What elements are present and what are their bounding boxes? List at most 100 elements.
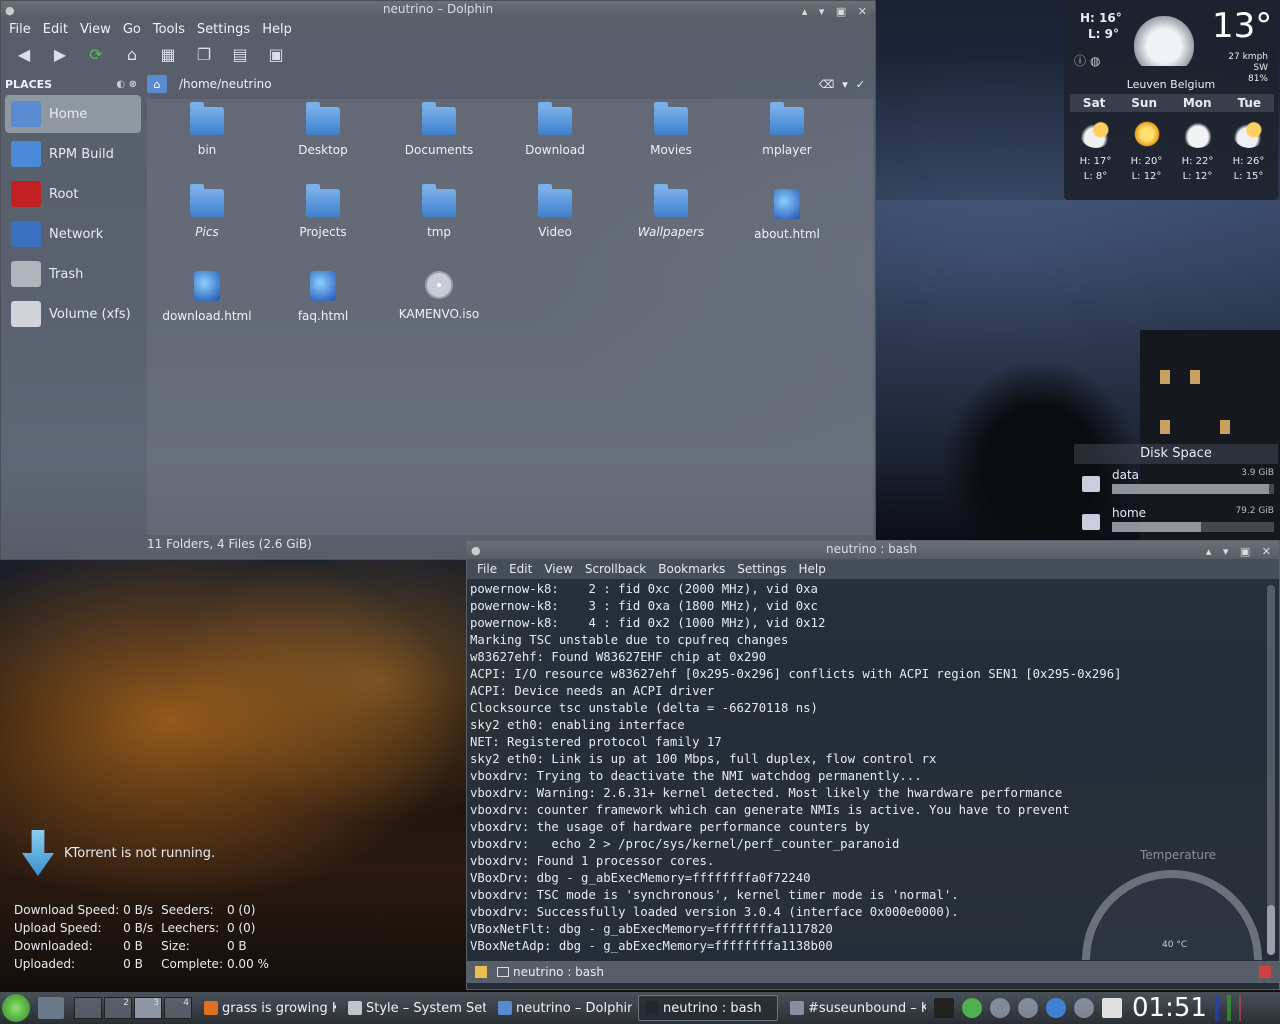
cloudsun-icon xyxy=(1232,120,1265,148)
place-item[interactable]: RPM Build xyxy=(5,135,141,173)
back-icon[interactable]: ◀ xyxy=(11,41,37,67)
view-icon[interactable]: ▦ xyxy=(155,41,181,67)
konsole-menu-help[interactable]: Help xyxy=(799,562,826,576)
volume-icon[interactable] xyxy=(990,998,1010,1018)
menu-tools[interactable]: Tools xyxy=(153,22,185,37)
network-tray-icon[interactable] xyxy=(962,998,982,1018)
paste-icon[interactable]: ▤ xyxy=(227,41,253,67)
taskbar-task[interactable]: neutrino : bash xyxy=(638,995,778,1021)
file-item[interactable]: download.html xyxy=(149,271,265,323)
menu-settings[interactable]: Settings xyxy=(197,22,250,37)
file-item[interactable]: faq.html xyxy=(265,271,381,323)
file-item[interactable]: Pics xyxy=(149,184,265,239)
file-item[interactable]: mplayer xyxy=(729,102,845,157)
file-item[interactable]: KAMENVO.iso xyxy=(381,271,497,321)
file-label: download.html xyxy=(162,309,252,323)
file-item[interactable]: Documents xyxy=(381,102,497,157)
location-path[interactable]: /home/neutrino xyxy=(179,77,272,91)
location-bar[interactable]: ⌂ /home/neutrino ⌫▾✓ xyxy=(147,74,873,94)
taskbar-task[interactable]: grass is growing KD xyxy=(198,995,336,1021)
copy-icon[interactable]: ❐ xyxy=(191,41,217,67)
info-tray-icon[interactable] xyxy=(1074,998,1094,1018)
file-item[interactable]: tmp xyxy=(381,184,497,239)
terminal-icon[interactable]: ▣ xyxy=(263,41,289,67)
place-item[interactable]: Home xyxy=(5,95,141,133)
file-item[interactable]: Download xyxy=(497,102,613,157)
forecast-high: H: 20° xyxy=(1130,156,1163,167)
window-buttons[interactable]: ▴ ▾ ▣ ✕ xyxy=(802,3,871,20)
forecast-day-name: Tue xyxy=(1237,96,1262,110)
disk-size: 3.9 GiB xyxy=(1241,468,1274,478)
places-controls-icon[interactable]: ◐ ⊗ xyxy=(116,79,137,90)
reload-icon[interactable]: ⟳ xyxy=(83,41,109,67)
scrollbar-thumb[interactable] xyxy=(1267,905,1275,955)
terminal-tray-icon[interactable] xyxy=(934,998,954,1018)
konsole-menu-settings[interactable]: Settings xyxy=(737,562,786,576)
file-item[interactable]: Wallpapers xyxy=(613,184,729,239)
weather-info-icon[interactable]: ⓘ◍ xyxy=(1074,52,1104,69)
place-item[interactable]: Trash xyxy=(5,255,141,293)
show-desktop-icon[interactable] xyxy=(38,997,64,1019)
weather-low: L: 9° xyxy=(1088,27,1119,41)
system-monitor-graph xyxy=(1214,995,1255,1021)
menu-go[interactable]: Go xyxy=(123,22,141,37)
konsole-window-buttons[interactable]: ▴ ▾ ▣ ✕ xyxy=(1206,543,1275,560)
file-item[interactable]: about.html xyxy=(729,189,845,241)
file-label: Wallpapers xyxy=(637,225,705,239)
file-item[interactable]: bin xyxy=(149,102,265,157)
taskbar-task[interactable]: Style – System Set xyxy=(342,995,486,1021)
konsole-menu-edit[interactable]: Edit xyxy=(509,562,532,576)
location-home-icon[interactable]: ⌂ xyxy=(147,75,167,93)
konsole-titlebar[interactable]: ● neutrino : bash ▴ ▾ ▣ ✕ xyxy=(467,541,1279,559)
place-item[interactable]: Network xyxy=(5,215,141,253)
konsole-menu-file[interactable]: File xyxy=(477,562,497,576)
disk-row[interactable]: home 79.2 GiB xyxy=(1074,502,1278,540)
file-item[interactable]: Video xyxy=(497,184,613,239)
menu-edit[interactable]: Edit xyxy=(43,22,68,37)
file-item[interactable]: Projects xyxy=(265,184,381,239)
desktop-folder-icon xyxy=(306,102,340,135)
menu-view[interactable]: View xyxy=(80,22,111,37)
close-tab-icon[interactable] xyxy=(1259,966,1271,978)
location-controls-icon[interactable]: ⌫▾✓ xyxy=(819,78,873,91)
mail-tray-icon[interactable] xyxy=(1102,998,1122,1018)
globe-tray-icon[interactable] xyxy=(1046,998,1066,1018)
new-tab-icon[interactable] xyxy=(475,966,487,978)
seeders: 0 (0) xyxy=(226,902,256,917)
size: 0 B xyxy=(226,938,247,953)
device-notifier-icon[interactable] xyxy=(1018,998,1038,1018)
taskbar-task[interactable]: #suseunbound – Ko xyxy=(784,995,926,1021)
terminal-line: NET: Registered protocol family 17 xyxy=(470,735,722,749)
pager-desktop-4[interactable]: 4 xyxy=(164,997,192,1019)
dolphin-titlebar[interactable]: ● neutrino – Dolphin ▴ ▾ ▣ ✕ xyxy=(1,1,875,19)
terminal-scrollbar[interactable] xyxy=(1267,585,1275,955)
forecast-high: H: 22° xyxy=(1181,156,1214,167)
home-icon[interactable]: ⌂ xyxy=(119,41,145,67)
konsole-menu-scrollback[interactable]: Scrollback xyxy=(585,562,646,576)
pager-desktop-2[interactable]: 2 xyxy=(104,997,132,1019)
forecast-day: H: 17° L: 8° xyxy=(1071,120,1121,184)
place-item[interactable]: Root xyxy=(5,175,141,213)
disk-row[interactable]: data 3.9 GiB xyxy=(1074,464,1278,502)
menu-help[interactable]: Help xyxy=(262,22,292,37)
system-tray xyxy=(934,998,1122,1018)
place-item[interactable]: Volume (xfs) xyxy=(5,295,141,333)
menu-file[interactable]: File xyxy=(9,22,31,37)
terminal-line: vboxdrv: the usage of hardware performan… xyxy=(470,820,870,834)
taskbar-task[interactable]: neutrino – Dolphin xyxy=(492,995,632,1021)
pager-desktop-3[interactable]: 3 xyxy=(134,997,162,1019)
place-label: Home xyxy=(49,106,88,122)
weather-high: H: 16° xyxy=(1080,11,1122,25)
window-menu-icon[interactable]: ● xyxy=(5,2,15,19)
konsole-window-menu-icon[interactable]: ● xyxy=(471,542,481,559)
konsole-tab[interactable]: neutrino : bash xyxy=(497,965,604,979)
kickoff-menu-icon[interactable] xyxy=(2,994,30,1022)
html-file-icon xyxy=(194,271,220,301)
clock[interactable]: 01:51 xyxy=(1132,993,1207,1023)
konsole-menu-view[interactable]: View xyxy=(544,562,572,576)
konsole-menu-bookmarks[interactable]: Bookmarks xyxy=(658,562,725,576)
forward-icon[interactable]: ▶ xyxy=(47,41,73,67)
file-item[interactable]: Movies xyxy=(613,102,729,157)
pager-desktop-1[interactable] xyxy=(74,997,102,1019)
file-item[interactable]: Desktop xyxy=(265,102,381,157)
